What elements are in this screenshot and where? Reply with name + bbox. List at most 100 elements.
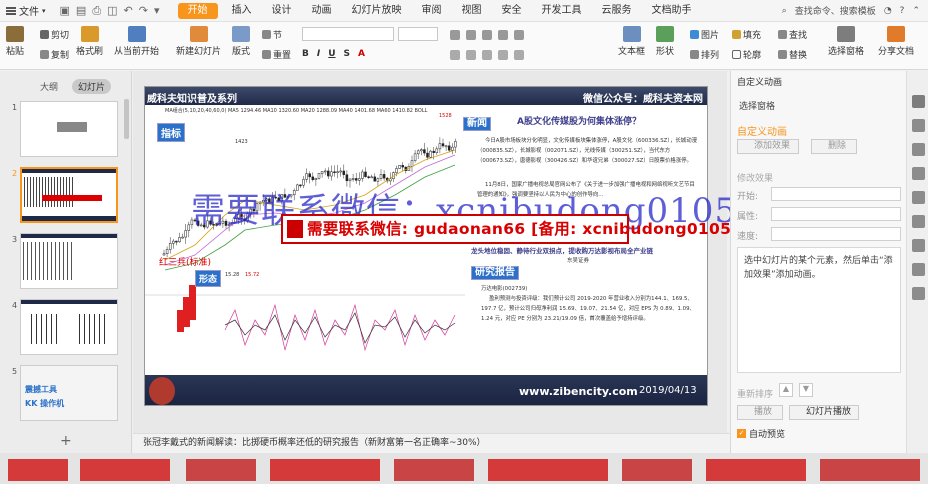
new-slide-button[interactable]: 新建幻灯片 [176, 26, 221, 57]
property-icon[interactable] [912, 119, 925, 132]
outline-button[interactable]: 轮廓 [732, 48, 761, 61]
chevron-up-icon[interactable]: ⌃ [912, 6, 920, 16]
align-center-icon[interactable] [466, 50, 476, 60]
indent-icon[interactable] [482, 30, 492, 40]
slide-thumbnail[interactable] [20, 233, 118, 289]
text-direction-icon[interactable] [514, 50, 524, 60]
line-spacing-icon[interactable] [514, 30, 524, 40]
play-button[interactable]: 播放 [737, 405, 783, 420]
start-select[interactable] [771, 187, 901, 201]
tab-view[interactable]: 视图 [452, 0, 492, 22]
layout-icon[interactable] [912, 215, 925, 228]
arrange-button[interactable]: 排列 [690, 48, 719, 61]
tab-slideshow[interactable]: 幻灯片放映 [342, 0, 412, 22]
file-menu[interactable]: 文件 ▾ [0, 3, 52, 18]
tab-developer[interactable]: 开发工具 [532, 0, 592, 22]
move-down-icon[interactable]: ▼ [799, 383, 813, 397]
slide-thumbnail-selected[interactable] [20, 167, 118, 223]
fill-button[interactable]: 填充 [732, 28, 761, 41]
add-effect-button[interactable]: 添加效果 [737, 139, 799, 154]
paste-label: 粘贴 [6, 47, 25, 57]
align-left-icon[interactable] [450, 50, 460, 60]
shape-label: 形状 [656, 47, 675, 57]
replace-button[interactable]: 替换 [778, 48, 807, 61]
find-button[interactable]: 查找 [778, 28, 807, 41]
preview-icon[interactable]: ◫ [107, 4, 117, 18]
slide-thumbnail[interactable] [20, 299, 118, 355]
font-size-select[interactable] [398, 27, 438, 41]
share-button[interactable]: 分享文档 [878, 26, 914, 57]
slide[interactable]: 威科夫知识普及系列 微信公众号：威科夫资本网 MA组合(5,10,20,40,6… [144, 86, 708, 406]
tab-review[interactable]: 审阅 [412, 0, 452, 22]
select-pane-link[interactable]: 选择窗格 [739, 99, 775, 112]
more-icon[interactable] [912, 287, 925, 300]
align-right-icon[interactable] [482, 50, 492, 60]
shape-button[interactable]: 形状 [656, 26, 674, 57]
font-color-icon[interactable]: A [358, 49, 365, 59]
font-format-row: B I U S A [302, 49, 365, 59]
print-icon[interactable]: ⎙ [92, 4, 101, 18]
numbering-icon[interactable] [466, 30, 476, 40]
help-icon[interactable]: ? [900, 6, 905, 16]
tab-design[interactable]: 设计 [262, 0, 302, 22]
textbox-button[interactable]: 文本框 [618, 26, 645, 57]
slide-thumbnail[interactable]: 震撼工具 KK 操作机 [20, 365, 118, 421]
more-icon[interactable]: ▾ [154, 4, 160, 18]
user-icon[interactable]: ◔ [884, 6, 892, 16]
select-pane-button[interactable]: 选择窗格 [828, 26, 864, 57]
reset-button[interactable]: 重置 [262, 48, 291, 61]
italic-icon[interactable]: I [317, 49, 320, 59]
paste-button[interactable]: 粘贴 [6, 26, 24, 57]
tab-slides[interactable]: 幻灯片 [72, 79, 112, 94]
redo-icon[interactable]: ↷ [139, 4, 148, 18]
slideshow-button[interactable]: 幻灯片播放 [789, 405, 859, 420]
add-slide-icon[interactable]: + [60, 433, 72, 449]
underline-icon[interactable]: U [328, 49, 335, 59]
undo-icon[interactable]: ↶ [124, 4, 133, 18]
slide-thumbnail[interactable] [20, 101, 118, 157]
outdent-icon[interactable] [498, 30, 508, 40]
tab-doc-assistant[interactable]: 文档助手 [642, 0, 702, 22]
candle-body [361, 171, 364, 179]
template-icon[interactable] [912, 239, 925, 252]
tab-insert[interactable]: 插入 [222, 0, 262, 22]
tab-cloud[interactable]: 云服务 [592, 0, 642, 22]
open-icon[interactable]: ▤ [76, 4, 86, 18]
start-label: 开始: [737, 192, 759, 202]
tab-security[interactable]: 安全 [492, 0, 532, 22]
settings-icon[interactable] [912, 263, 925, 276]
bullets-icon[interactable] [450, 30, 460, 40]
property-select[interactable] [771, 207, 901, 221]
picture-label: 图片 [701, 31, 720, 41]
bold-icon[interactable]: B [302, 49, 309, 59]
section-button[interactable]: 节 [262, 28, 282, 41]
font-name-select[interactable] [302, 27, 394, 41]
justify-icon[interactable] [498, 50, 508, 60]
share-icon [887, 26, 905, 42]
strike-icon[interactable]: S [344, 49, 350, 59]
from-current-button[interactable]: 从当前开始 [114, 26, 159, 57]
speed-select[interactable] [771, 227, 901, 241]
picture-button[interactable]: 图片 [690, 28, 719, 41]
layout-button[interactable]: 版式 [232, 26, 250, 57]
copy-button[interactable]: 复制 [40, 48, 69, 61]
logo-icon [149, 377, 175, 405]
tab-animation[interactable]: 动画 [302, 0, 342, 22]
tab-outline[interactable]: 大纲 [34, 79, 64, 94]
format-icon[interactable] [912, 143, 925, 156]
animation-list[interactable]: 选中幻灯片的某个元素，然后单击“添加效果”添加动画。 [737, 247, 901, 373]
format-painter-button[interactable]: 格式刷 [76, 26, 103, 57]
save-icon[interactable]: ▣ [60, 4, 70, 18]
tab-home[interactable]: 开始 [177, 2, 218, 19]
cut-button[interactable]: 剪切 [40, 28, 69, 41]
move-up-icon[interactable]: ▲ [779, 383, 793, 397]
command-search[interactable]: 查找命令、搜索模板 [795, 4, 876, 17]
panel-scrollbar[interactable] [124, 99, 129, 139]
select-pane-icon[interactable] [912, 95, 925, 108]
footer-date: 2019/04/13 [639, 385, 697, 396]
notes-pane[interactable]: 张冠李戴式的新闻解读：比掷硬币概率还低的研究报告（新财富第一名正确率~30%） [133, 433, 730, 453]
checkbox-checked-icon[interactable]: ✓ [737, 429, 746, 438]
delete-button[interactable]: 删除 [811, 139, 857, 154]
transition-icon[interactable] [912, 191, 925, 204]
animation-icon[interactable] [912, 167, 925, 180]
